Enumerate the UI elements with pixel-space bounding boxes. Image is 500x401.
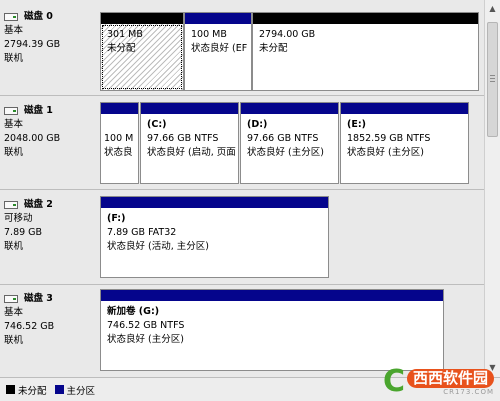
partition-size: 97.66 GB NTFS [147, 133, 219, 144]
partition-size: 301 MB [107, 29, 143, 40]
scroll-up-arrow-icon[interactable]: ▲ [487, 3, 498, 14]
disk-title: 磁盘 2 [24, 199, 53, 210]
partition-status: 状态良好 (主分区) [247, 147, 324, 158]
partition-bar [341, 103, 468, 114]
row-separator [0, 95, 484, 96]
partition-drive-letter: 新加卷 (G:) [107, 306, 160, 317]
disk-title: 磁盘 0 [24, 11, 53, 22]
partition-bar [141, 103, 238, 114]
partition-status: 状态良好 (活动, 主分区) [107, 241, 209, 252]
partition-disk1-d[interactable]: (D:) 97.66 GB NTFS 状态良好 (主分区) [240, 102, 339, 184]
partition-disk1-e[interactable]: (E:) 1852.59 GB NTFS 状态良好 (主分区) [340, 102, 469, 184]
legend-label-unallocated: 未分配 [18, 385, 47, 397]
partition-status: 状态良好 (主分区) [107, 334, 184, 345]
legend-label-primary: 主分区 [66, 385, 96, 397]
disk-type: 可移动 [4, 213, 33, 224]
partition-disk0-unallocated-2[interactable]: 2794.00 GB 未分配 [252, 12, 479, 91]
disk-2-info[interactable]: 磁盘 2 可移动 7.89 GB 联机 [4, 198, 92, 254]
disk-icon [4, 13, 18, 21]
disk-size: 2048.00 GB [4, 133, 61, 144]
partition-disk1-system[interactable]: 100 M 状态良 [100, 102, 139, 184]
partition-bar [101, 103, 138, 114]
partition-bar [101, 13, 183, 24]
disk-title: 磁盘 1 [24, 105, 53, 116]
disk-size: 746.52 GB [4, 321, 55, 332]
partition-bar [101, 197, 328, 208]
grip-line [490, 81, 495, 82]
partition-status: 状态良好 (启动, 页面 [147, 147, 236, 158]
scroll-thumb[interactable] [487, 22, 498, 137]
partition-disk1-c[interactable]: (C:) 97.66 GB NTFS 状态良好 (启动, 页面 [140, 102, 239, 184]
disk-3-info[interactable]: 磁盘 3 基本 746.52 GB 联机 [4, 292, 92, 348]
partition-bar [253, 13, 478, 24]
partition-status: 未分配 [259, 43, 288, 54]
disk-status: 联机 [4, 53, 24, 64]
disk-type: 基本 [4, 119, 24, 130]
disk-icon [4, 201, 18, 209]
partition-drive-letter: (C:) [147, 119, 167, 130]
disk-type: 基本 [4, 25, 24, 36]
disk-status: 联机 [4, 335, 24, 346]
legend-swatch-primary [54, 385, 64, 394]
partition-status: 状态良好 (EF [191, 43, 248, 54]
legend-swatch-unallocated [6, 385, 15, 394]
legend-primary: 主分区 [54, 383, 96, 397]
watermark-name: 西西软件园 [406, 368, 494, 388]
partition-status: 未分配 [107, 43, 136, 54]
partition-disk3-g[interactable]: 新加卷 (G:) 746.52 GB NTFS 状态良好 (主分区) [100, 289, 444, 371]
partition-drive-letter: (F:) [107, 213, 126, 224]
disk-status: 联机 [4, 241, 24, 252]
partition-bar [241, 103, 338, 114]
row-separator [0, 189, 484, 190]
row-separator [0, 284, 484, 285]
disk-title: 磁盘 3 [24, 293, 53, 304]
disk-size: 7.89 GB [4, 227, 43, 238]
partition-bar [101, 290, 443, 301]
partition-status: 状态良好 (主分区) [347, 147, 424, 158]
disk-1-info[interactable]: 磁盘 1 基本 2048.00 GB 联机 [4, 104, 92, 160]
partition-size: 100 MB [191, 29, 227, 40]
disk-size: 2794.39 GB [4, 39, 61, 50]
vertical-scrollbar[interactable]: ▲ ▼ [484, 0, 500, 377]
watermark-url: CR173.COM [443, 387, 494, 396]
grip-line [490, 78, 495, 79]
partition-size: 746.52 GB NTFS [107, 320, 185, 331]
partition-drive-letter: (E:) [347, 119, 366, 130]
watermark-mark: C [382, 364, 405, 399]
partition-size: 100 M [104, 133, 134, 144]
disk-0-info[interactable]: 磁盘 0 基本 2794.39 GB 联机 [4, 10, 92, 66]
partition-size: 97.66 GB NTFS [247, 133, 319, 144]
partition-disk2-f[interactable]: (F:) 7.89 GB FAT32 状态良好 (活动, 主分区) [100, 196, 329, 278]
disk-type: 基本 [4, 307, 24, 318]
partition-disk0-unallocated-1[interactable]: 301 MB 未分配 [100, 12, 184, 91]
disk-status: 联机 [4, 147, 24, 158]
partition-size: 1852.59 GB NTFS [347, 133, 431, 144]
partition-size: 7.89 GB FAT32 [107, 227, 177, 238]
partition-size: 2794.00 GB [259, 29, 316, 40]
grip-line [490, 75, 495, 76]
partition-status: 状态良 [104, 147, 133, 158]
watermark-logo: C 西西软件园 CR173.COM [383, 367, 494, 397]
partition-bar [185, 13, 251, 24]
legend-unallocated: 未分配 [6, 383, 47, 397]
disk-icon [4, 107, 18, 115]
partition-disk0-efi[interactable]: 100 MB 状态良好 (EF [184, 12, 252, 91]
disk-icon [4, 295, 18, 303]
partition-drive-letter: (D:) [247, 119, 268, 130]
disk-layout-pane: 磁盘 0 基本 2794.39 GB 联机 301 MB 未分配 100 MB … [0, 0, 484, 377]
